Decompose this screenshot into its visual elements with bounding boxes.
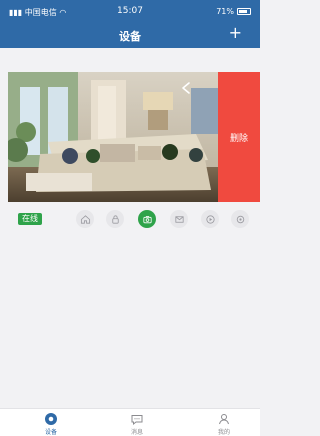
message-icon	[131, 415, 143, 426]
battery-fill	[239, 10, 247, 13]
battery-icon	[237, 8, 251, 15]
tab-profile-label: 我的	[217, 429, 230, 436]
online-status-badge: 在线	[18, 213, 42, 225]
play-button[interactable]	[201, 210, 219, 228]
delete-button[interactable]: 删除	[218, 72, 260, 202]
bottom-tab-bar: 设备 消息 我的	[0, 408, 260, 436]
lock-icon	[111, 215, 119, 224]
camera-icon	[142, 215, 152, 223]
settings-icon	[236, 215, 244, 223]
status-bar: ▮▮▮ 中国电信 ◠ 15:07 71%	[0, 0, 260, 20]
device-actions-row: 在线	[0, 203, 260, 235]
tab-devices[interactable]: 设备	[31, 412, 71, 436]
tab-profile[interactable]: 我的	[204, 412, 244, 436]
share-icon[interactable]	[178, 80, 194, 96]
user-icon	[219, 414, 229, 425]
home-icon	[80, 214, 90, 224]
mail-button[interactable]	[170, 210, 188, 228]
camera-button[interactable]	[138, 210, 156, 228]
home-button[interactable]	[76, 210, 94, 228]
spacer	[0, 48, 260, 72]
battery-percent: 71%	[216, 7, 234, 16]
mail-icon	[174, 215, 184, 223]
page-title: 设备	[119, 30, 141, 43]
device-icon	[45, 413, 57, 425]
lock-button[interactable]	[106, 210, 124, 228]
settings-button[interactable]	[231, 210, 249, 228]
tab-messages[interactable]: 消息	[117, 412, 157, 436]
camera-preview[interactable]	[8, 72, 218, 202]
play-icon	[205, 214, 215, 224]
tab-messages-label: 消息	[130, 429, 143, 436]
add-device-button[interactable]: +	[229, 25, 242, 41]
tab-devices-label: 设备	[44, 429, 57, 436]
app-header: ▮▮▮ 中国电信 ◠ 15:07 71% 设备 +	[0, 0, 260, 48]
